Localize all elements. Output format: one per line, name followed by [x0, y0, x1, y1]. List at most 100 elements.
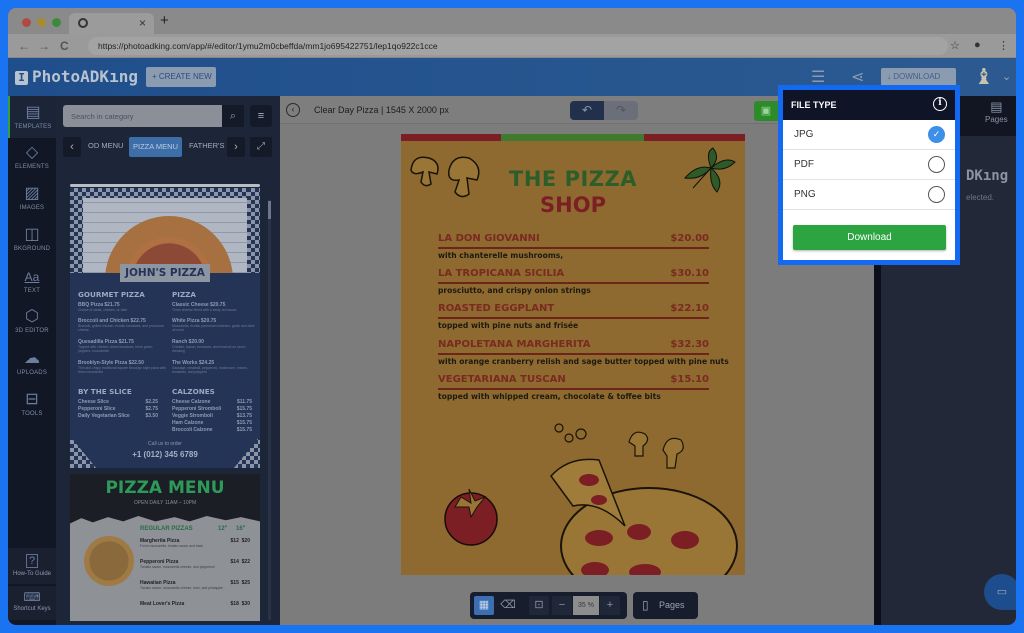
item-price: $13.75 — [236, 413, 252, 419]
item-price: $30.10 — [670, 268, 709, 279]
url-field[interactable]: https://photoadking.com/app/#/editor/1ym… — [88, 37, 948, 55]
rail-label: TEXT — [23, 288, 41, 294]
template-card-johns-pizza[interactable]: JOHN'S PIZZA GOURMET PIZZA PIZZA BBQ Piz… — [70, 184, 260, 468]
menu-item: Quesadilla Pizza $21.75 Topped with chick… — [78, 339, 166, 353]
profile-icon[interactable]: ● — [974, 39, 981, 51]
logo[interactable]: I PhotoADKıng — [15, 67, 138, 86]
back-icon[interactable]: ← — [18, 39, 30, 53]
file-type-option-png[interactable]: PNG — [783, 180, 955, 210]
category-tab-active[interactable]: PIZZA MENU — [129, 137, 183, 157]
section-heading: PIZZA — [172, 290, 196, 299]
pizza-illustration — [550, 423, 738, 575]
rail-item-3d-editor[interactable]: ⬡ 3D EDITOR — [8, 308, 56, 334]
template-card-pizza-menu[interactable]: PIZZA MENU OPEN DAILY 11AM – 10PM REGULA… — [70, 474, 260, 621]
option-label: PNG — [794, 189, 816, 200]
tab-bar: × + — [8, 8, 1016, 34]
rail-item-background[interactable]: ◫ BKGROUND — [8, 226, 56, 252]
save-button[interactable]: ▣ — [754, 101, 778, 121]
browser-menu-icon[interactable]: ⋮ — [998, 39, 1009, 52]
menu-item: Hawaiian Pizza Tomato sauce, mozzarella c… — [140, 580, 250, 590]
item-name: Meat Lover's Pizza — [140, 601, 185, 607]
download-button[interactable]: Download — [793, 225, 946, 250]
menu-item: The Works $24.25 Sausage, meatball, peppe… — [172, 360, 257, 374]
file-type-option-jpg[interactable]: JPG ✓ — [783, 120, 955, 150]
minimize-window-button[interactable] — [37, 18, 46, 27]
back-circle-icon[interactable]: ‹ — [286, 103, 300, 117]
document-icon[interactable]: ☰ — [811, 67, 825, 87]
forward-icon[interactable]: → — [38, 39, 50, 53]
zoom-in-button[interactable]: + — [600, 596, 620, 615]
rail-label: 3D EDITOR — [15, 328, 49, 334]
reload-icon[interactable]: C — [60, 39, 69, 53]
menu-item: Meat Lover's Pizza $18 $30 — [140, 601, 250, 607]
category-tab[interactable]: FATHER'S — [189, 141, 224, 150]
stripe-red — [401, 134, 501, 141]
keyboard-icon: ⌨ — [23, 590, 41, 604]
search-icon[interactable]: ⌕ — [222, 105, 244, 127]
zoom-level-input[interactable]: 35 % — [573, 596, 599, 615]
shortcut-keys-button[interactable]: ⌨ Shortcut Keys — [8, 586, 56, 620]
grid-view-button[interactable]: ▦ — [474, 596, 494, 615]
info-icon[interactable]: i — [933, 97, 947, 111]
close-tab-icon[interactable]: × — [139, 16, 146, 30]
poster-title-line2: SHOP — [540, 193, 606, 217]
search-input[interactable]: Search in category — [63, 105, 222, 127]
rail-item-uploads[interactable]: ☁ UPLOADS — [8, 350, 56, 376]
chevron-right-icon[interactable]: › — [227, 137, 245, 157]
zoom-out-button[interactable]: − — [552, 596, 572, 615]
rail-item-templates[interactable]: ▤ TEMPLATES — [8, 96, 56, 138]
design-canvas[interactable]: THE PIZZA SHOP LA DON GIOVANNI $20.00 wi… — [401, 134, 745, 575]
item-name: Pepperoni Slice — [78, 406, 116, 412]
menu-item: Brooklyn-Style Pizza $22.50 Thin and cris… — [78, 360, 166, 374]
radio-unchecked-icon[interactable] — [928, 186, 945, 203]
rail-item-elements[interactable]: ◇ ELEMENTS — [8, 144, 56, 170]
item-name: Cheese Slice — [78, 399, 109, 405]
maximize-window-button[interactable] — [52, 18, 61, 27]
item-price: $20 — [241, 538, 250, 544]
redo-button[interactable]: ↷ — [604, 101, 638, 120]
radio-checked-icon[interactable]: ✓ — [928, 126, 945, 143]
eraser-button[interactable]: ⌫ — [498, 596, 518, 615]
item-price: $15.75 — [236, 420, 252, 426]
canvas-bottom-toolbar: ▦ ⌫ ⊡ − 35 % + — [470, 592, 627, 619]
create-new-button[interactable]: + CREATE NEW — [146, 67, 216, 87]
file-type-option-pdf[interactable]: PDF — [783, 150, 955, 180]
undo-button[interactable]: ↶ — [570, 101, 604, 120]
radio-unchecked-icon[interactable] — [928, 156, 945, 173]
share-icon[interactable]: ⋖ — [851, 67, 864, 87]
rail-item-text[interactable]: Aa TEXT — [8, 268, 56, 294]
dialog-header: FILE TYPE i — [783, 90, 955, 120]
slice-row: Cheese Slice $2.25 — [78, 399, 158, 405]
header-download-button[interactable]: ↓ DOWNLOAD — [881, 68, 956, 86]
category-tab[interactable]: OD MENU — [88, 141, 123, 150]
item-desc: Thin and crispy traditional square Brook… — [78, 366, 166, 375]
user-avatar-icon[interactable]: ♝ — [974, 64, 994, 90]
slice-row: Pepperoni Slice $2.75 — [78, 406, 158, 412]
close-window-button[interactable] — [22, 18, 31, 27]
bookmark-star-icon[interactable]: ☆ — [950, 39, 960, 52]
templates-icon: ▤ — [25, 104, 41, 121]
chat-support-icon[interactable]: ▭ — [984, 574, 1016, 610]
panel-scrollbar-thumb[interactable] — [268, 201, 271, 219]
menu-item: White Pizza $20.75 Mozzarella, ricotta, p… — [172, 318, 257, 332]
item-desc: Tomato sauce, mozzarella cheese, and pep… — [140, 565, 215, 569]
presentation-button[interactable]: ⊡ — [529, 596, 549, 615]
list-view-icon[interactable]: ≡ — [250, 105, 272, 127]
document-title: Clear Day Pizza | 1545 X 2000 px — [314, 105, 449, 115]
chevron-down-icon[interactable]: ⌄ — [1002, 70, 1011, 83]
tab-pages[interactable]: ▤ Pages — [985, 99, 1008, 124]
divider — [438, 282, 709, 284]
item-price: $22 — [241, 559, 250, 565]
panel-scrollbar[interactable] — [268, 200, 271, 620]
chevron-left-icon[interactable]: ‹ — [63, 137, 81, 157]
pages-button[interactable]: ▯ Pages — [633, 592, 698, 619]
item-desc: prosciutto, and crispy onion strings — [438, 286, 591, 295]
item-desc: Topped with chicken, diced tomatoes, fre… — [78, 345, 153, 354]
calzone-row: Broccoli Calzone $15.75 — [172, 427, 252, 433]
new-tab-button[interactable]: + — [160, 12, 169, 29]
expand-icon[interactable]: ⤢ — [250, 137, 272, 157]
browser-tab[interactable]: × — [69, 13, 154, 34]
rail-item-tools[interactable]: ⊟ TOOLS — [8, 391, 56, 417]
how-to-guide-button[interactable]: ? How-To Guide — [8, 548, 56, 584]
rail-item-images[interactable]: ▨ IMAGES — [8, 185, 56, 211]
